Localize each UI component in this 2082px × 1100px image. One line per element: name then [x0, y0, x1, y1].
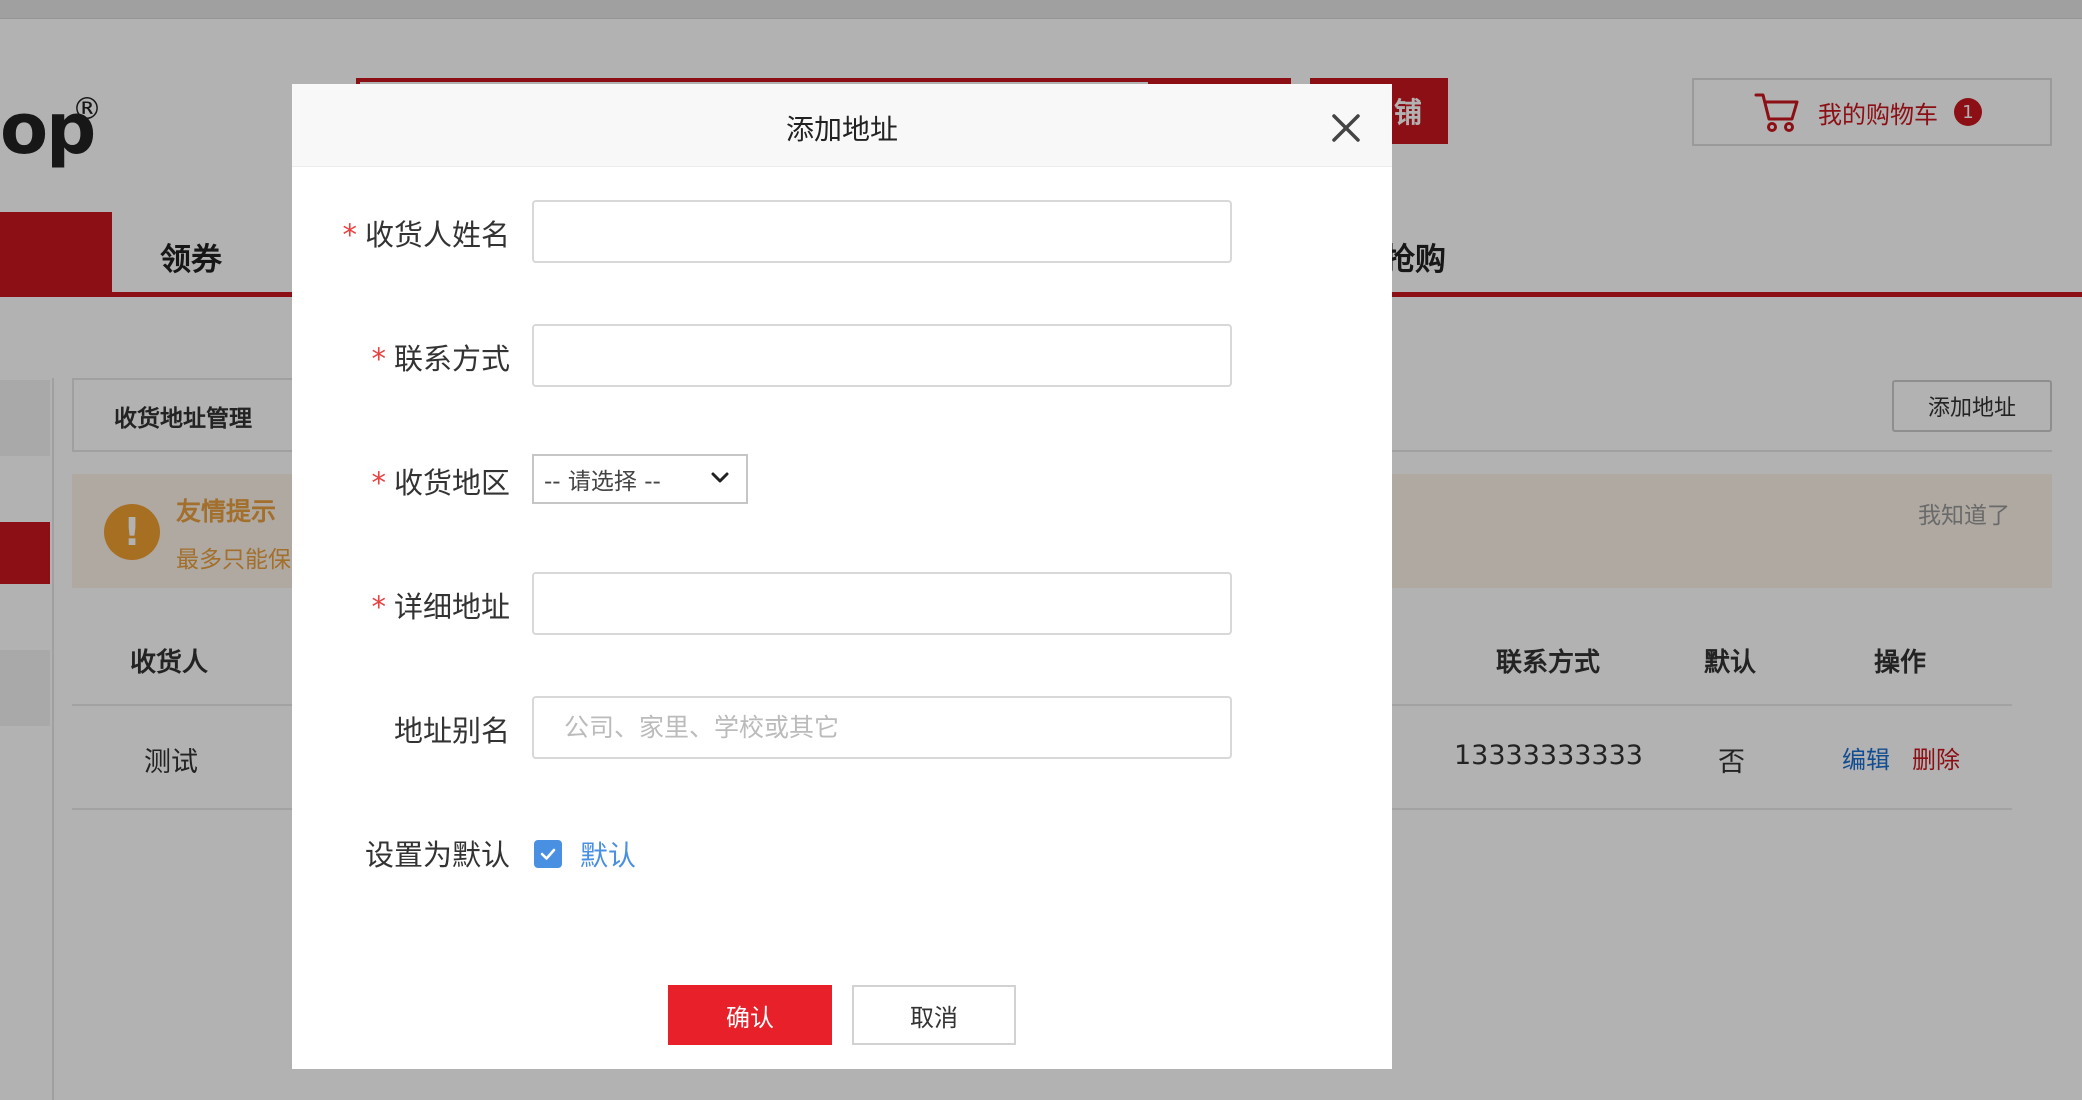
close-icon[interactable]	[1328, 110, 1364, 146]
receiver-name-field[interactable]	[532, 200, 1232, 263]
detail-label-text: 详细地址	[393, 590, 510, 624]
phone-label-text: 联系方式	[393, 342, 510, 376]
check-icon	[540, 848, 556, 860]
default-checkbox[interactable]	[534, 840, 562, 868]
region-select-value: -- 请选择 --	[544, 469, 661, 495]
name-label-text: 收货人姓名	[364, 218, 510, 252]
phone-label: * 联系方式	[292, 336, 510, 378]
default-checkbox-label[interactable]: 默认	[580, 834, 636, 874]
detail-address-field[interactable]	[532, 572, 1232, 635]
alias-label: 地址别名	[393, 714, 510, 748]
region-select[interactable]: -- 请选择 --	[532, 454, 748, 504]
required-mark: *	[371, 342, 386, 376]
dialog-title: 添加地址	[785, 113, 898, 146]
add-address-dialog: 添加地址 * 收货人姓名 * 联系方式 * 收货地区 -- 请选择 -- * 详细地址 …	[292, 84, 1392, 1069]
chevron-down-icon	[711, 472, 729, 483]
confirm-button[interactable]: 确认	[668, 985, 832, 1045]
address-alias-field[interactable]	[532, 696, 1232, 759]
required-mark: *	[371, 590, 386, 624]
detail-label: * 详细地址	[292, 584, 510, 626]
required-mark: *	[342, 218, 357, 252]
name-label: * 收货人姓名	[292, 212, 510, 254]
phone-field[interactable]	[532, 324, 1232, 387]
cancel-button[interactable]: 取消	[852, 985, 1016, 1045]
default-label: 设置为默认	[364, 838, 510, 872]
region-label-text: 收货地区	[393, 466, 510, 500]
region-label: * 收货地区	[292, 460, 510, 502]
required-mark: *	[371, 466, 386, 500]
